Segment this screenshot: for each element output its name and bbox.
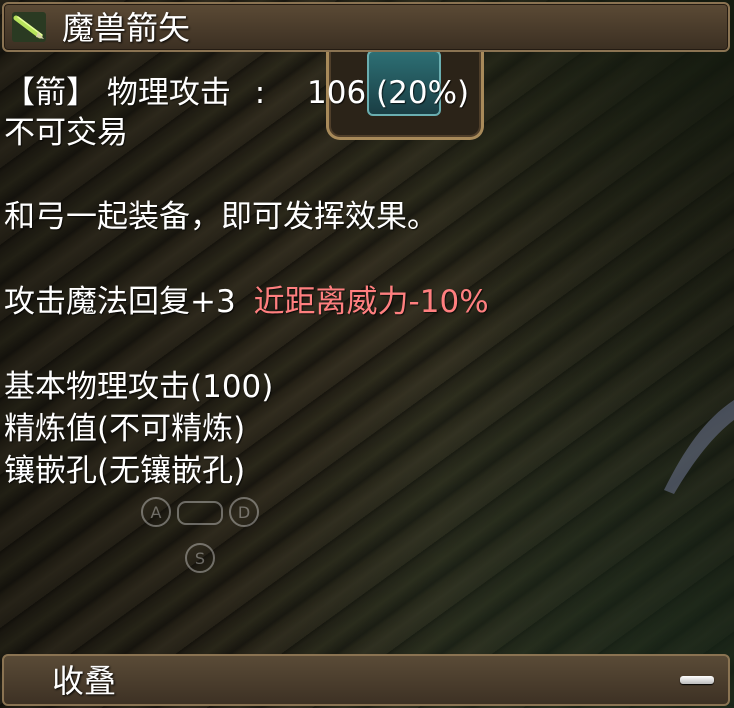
pad-label-d: D: [238, 503, 250, 522]
tradable-status: 不可交易: [4, 115, 128, 151]
refine-value: 精炼值(不可精炼): [4, 411, 246, 447]
item-title-bar: 魔兽箭矢: [2, 2, 730, 52]
feather-decoration: [664, 400, 734, 494]
effects-line: 攻击魔法回复+3 近距离威力-10%: [4, 283, 489, 321]
dpad-icon: A D S: [141, 497, 259, 573]
pad-label-s: S: [195, 549, 205, 568]
melee-penalty-effect: 近距离威力-10%: [253, 284, 489, 320]
item-type-label: 【箭】: [4, 75, 97, 111]
collapse-label[interactable]: 收叠: [52, 662, 116, 700]
base-attack: 基本物理攻击(100): [4, 369, 274, 405]
attack-line: 【箭】 物理攻击 : 106 (20%): [4, 74, 469, 112]
physical-attack-value: 106 (20%): [307, 75, 470, 111]
pad-label-a: A: [151, 503, 162, 522]
minus-icon[interactable]: [680, 676, 714, 684]
equip-note: 和弓一起装备，即可发挥效果。: [4, 199, 438, 235]
arrow-item-icon: [12, 12, 46, 42]
physical-attack-label: 物理攻击: [106, 75, 231, 111]
collapse-bar[interactable]: 收叠: [2, 654, 730, 706]
magic-recovery-effect: 攻击魔法回复+3: [4, 284, 236, 320]
attack-colon: :: [254, 75, 266, 111]
socket-info: 镶嵌孔(无镶嵌孔): [4, 453, 246, 489]
item-name: 魔兽箭矢: [62, 9, 191, 47]
